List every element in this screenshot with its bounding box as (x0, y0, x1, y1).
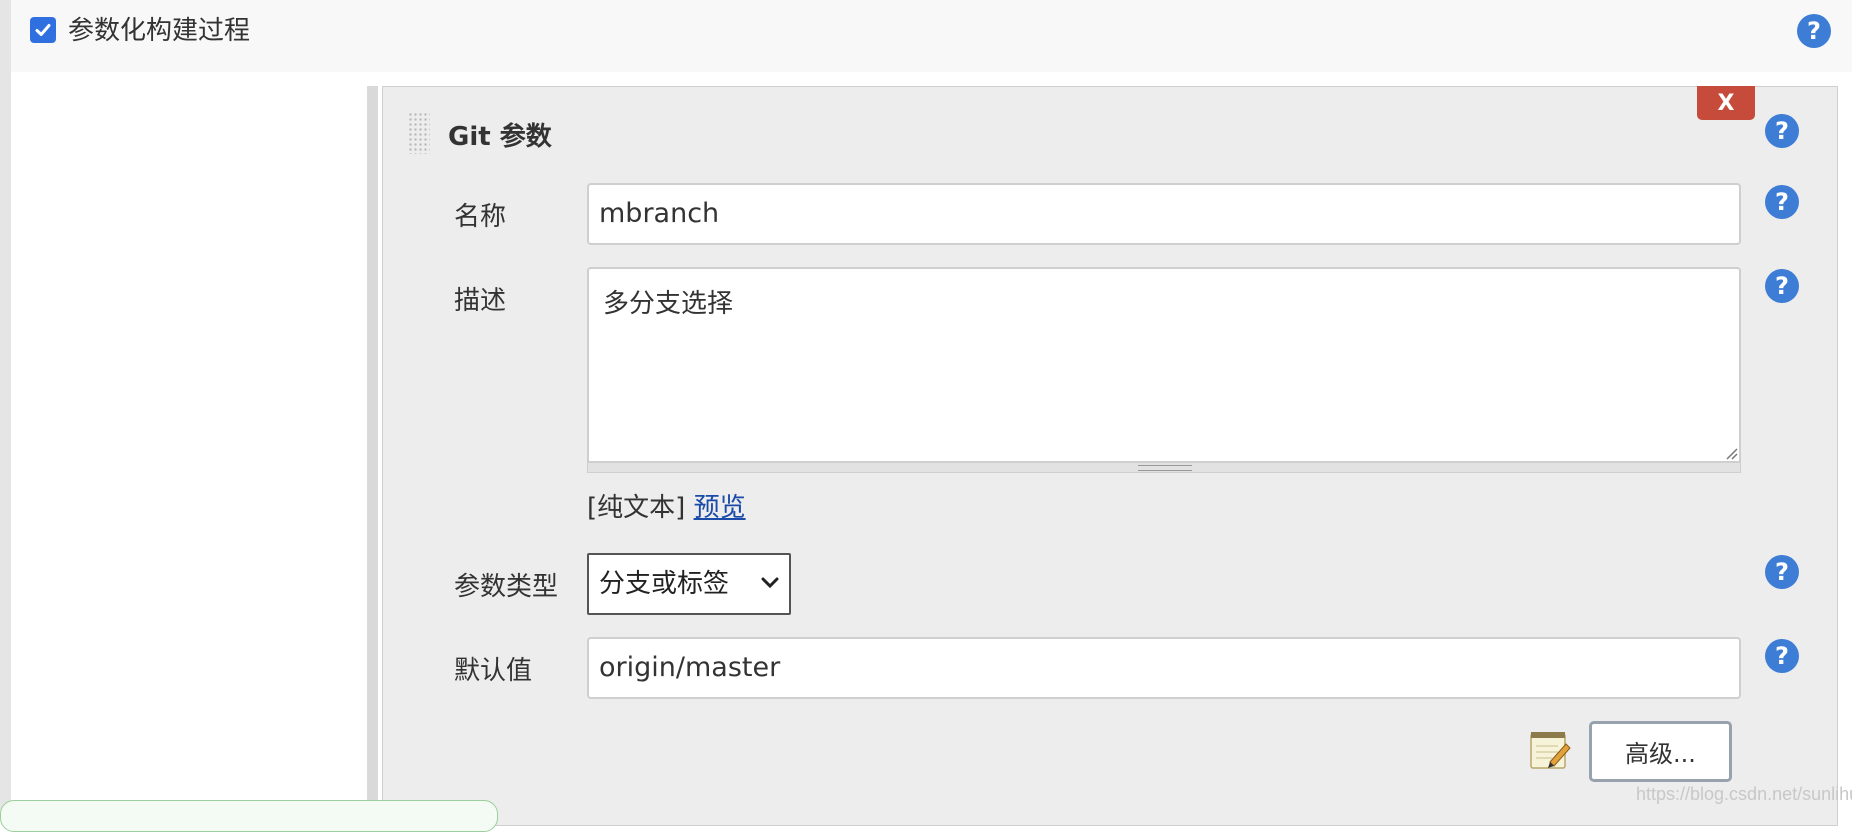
name-label: 名称 (454, 202, 507, 232)
description-label: 描述 (454, 286, 507, 316)
checkmark-icon (35, 24, 51, 36)
help-icon[interactable]: ? (1765, 639, 1799, 673)
notepad-icon[interactable] (1528, 728, 1572, 772)
description-textarea[interactable]: 多分支选择 (587, 267, 1741, 463)
inner-border (367, 86, 378, 812)
default-value-input[interactable]: origin/master (587, 637, 1741, 699)
textarea-resize-handle[interactable] (587, 463, 1741, 473)
help-icon[interactable]: ? (1765, 185, 1799, 219)
chevron-down-icon (759, 555, 781, 634)
status-bar (0, 800, 498, 832)
resize-grip-icon[interactable] (1722, 444, 1738, 460)
parameterized-build-label: 参数化构建过程 (68, 16, 251, 46)
parameter-type-label: 参数类型 (454, 572, 559, 602)
section-header (0, 0, 1852, 72)
format-options: [纯文本] 预览 (587, 487, 746, 524)
preview-link[interactable]: 预览 (694, 493, 746, 523)
parameterized-build-checkbox[interactable] (30, 17, 56, 43)
help-icon[interactable]: ? (1765, 269, 1799, 303)
help-icon[interactable]: ? (1765, 114, 1799, 148)
parameter-type-value: 分支或标签 (599, 569, 730, 599)
help-icon[interactable]: ? (1797, 14, 1831, 48)
advanced-button[interactable]: 高级... (1589, 721, 1732, 782)
default-value-label: 默认值 (454, 656, 533, 686)
help-icon[interactable]: ? (1765, 555, 1799, 589)
drag-handle-icon[interactable] (408, 112, 430, 154)
left-column (11, 72, 367, 812)
left-border (0, 0, 11, 812)
parameter-type-select[interactable]: 分支或标签 (587, 553, 791, 615)
resize-bars-icon (1138, 465, 1192, 471)
delete-parameter-button[interactable]: X (1697, 86, 1755, 120)
plain-text-label: [纯文本] (587, 493, 686, 523)
panel-title: Git 参数 (448, 122, 552, 152)
name-input[interactable]: mbranch (587, 183, 1741, 245)
watermark: https://blog.csdn.net/sunlihuo (1636, 784, 1852, 804)
